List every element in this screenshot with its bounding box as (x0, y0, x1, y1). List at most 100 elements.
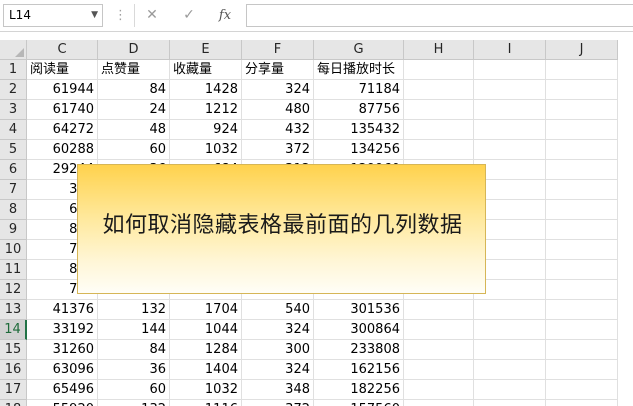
data-cell[interactable]: 60 (98, 140, 170, 160)
data-cell[interactable] (474, 380, 546, 400)
data-cell[interactable]: 60288 (27, 140, 98, 160)
data-cell[interactable] (546, 160, 618, 180)
data-cell[interactable] (404, 360, 474, 380)
column-header-e[interactable]: E (170, 40, 242, 60)
data-cell[interactable]: 84 (98, 340, 170, 360)
data-cell[interactable]: 432 (242, 120, 314, 140)
header-cell[interactable]: 阅读量 (27, 60, 98, 80)
data-cell[interactable]: 134256 (314, 140, 404, 160)
header-cell[interactable]: 点赞量 (98, 60, 170, 80)
data-cell[interactable]: 64272 (27, 120, 98, 140)
data-cell[interactable] (546, 100, 618, 120)
data-cell[interactable] (474, 320, 546, 340)
data-cell[interactable] (474, 120, 546, 140)
data-cell[interactable]: 1116 (170, 400, 242, 406)
data-cell[interactable] (546, 280, 618, 300)
data-cell[interactable] (474, 80, 546, 100)
formula-input[interactable] (246, 4, 633, 27)
data-cell[interactable]: 60 (98, 380, 170, 400)
row-header-10[interactable]: 10 (0, 240, 27, 260)
data-cell[interactable]: 324 (242, 360, 314, 380)
data-cell[interactable]: 301536 (314, 300, 404, 320)
column-header-i[interactable]: I (474, 40, 546, 60)
data-cell[interactable]: 924 (170, 120, 242, 140)
data-cell[interactable] (404, 300, 474, 320)
data-cell[interactable]: 84 (98, 80, 170, 100)
data-cell[interactable] (474, 300, 546, 320)
data-cell[interactable]: 1212 (170, 100, 242, 120)
data-cell[interactable]: 1032 (170, 140, 242, 160)
data-cell[interactable]: 1404 (170, 360, 242, 380)
row-header-14[interactable]: 14 (0, 320, 27, 340)
row-header-9[interactable]: 9 (0, 220, 27, 240)
row-header-11[interactable]: 11 (0, 260, 27, 280)
data-cell[interactable]: 480 (242, 100, 314, 120)
data-cell[interactable] (404, 400, 474, 406)
header-cell[interactable]: 分享量 (242, 60, 314, 80)
data-cell[interactable]: 36 (98, 360, 170, 380)
data-cell[interactable]: 372 (242, 140, 314, 160)
column-header-f[interactable]: F (242, 40, 314, 60)
row-header-2[interactable]: 2 (0, 80, 27, 100)
data-cell[interactable]: 132 (98, 400, 170, 406)
column-header-g[interactable]: G (314, 40, 404, 60)
data-cell[interactable] (404, 140, 474, 160)
data-cell[interactable] (474, 360, 546, 380)
row-header-1[interactable]: 1 (0, 60, 27, 80)
row-header-15[interactable]: 15 (0, 340, 27, 360)
column-header-d[interactable]: D (98, 40, 170, 60)
data-cell[interactable]: 300864 (314, 320, 404, 340)
data-cell[interactable]: 233808 (314, 340, 404, 360)
data-cell[interactable] (546, 140, 618, 160)
row-header-6[interactable]: 6 (0, 160, 27, 180)
data-cell[interactable] (546, 240, 618, 260)
data-cell[interactable] (474, 400, 546, 406)
data-cell[interactable]: 144 (98, 320, 170, 340)
enter-icon[interactable]: ✓ (177, 5, 201, 26)
data-cell[interactable] (546, 320, 618, 340)
data-cell[interactable]: 33192 (27, 320, 98, 340)
data-cell[interactable] (546, 120, 618, 140)
data-cell[interactable] (404, 80, 474, 100)
data-cell[interactable]: 540 (242, 300, 314, 320)
row-header-18[interactable]: 18 (0, 400, 27, 406)
row-header-3[interactable]: 3 (0, 100, 27, 120)
data-cell[interactable] (546, 80, 618, 100)
data-cell[interactable] (546, 300, 618, 320)
data-cell[interactable]: 31260 (27, 340, 98, 360)
data-cell[interactable] (474, 340, 546, 360)
data-cell[interactable]: 87756 (314, 100, 404, 120)
data-cell[interactable] (546, 180, 618, 200)
row-header-13[interactable]: 13 (0, 300, 27, 320)
data-cell[interactable] (546, 260, 618, 280)
select-all-button[interactable] (0, 40, 27, 60)
data-cell[interactable]: 24 (98, 100, 170, 120)
data-cell[interactable]: 324 (242, 80, 314, 100)
data-cell[interactable] (404, 340, 474, 360)
column-header-h[interactable]: H (404, 40, 474, 60)
header-cell[interactable]: 收藏量 (170, 60, 242, 80)
row-header-8[interactable]: 8 (0, 200, 27, 220)
data-cell[interactable]: 300 (242, 340, 314, 360)
data-cell[interactable]: 372 (242, 400, 314, 406)
row-header-12[interactable]: 12 (0, 280, 27, 300)
data-cell[interactable]: 1044 (170, 320, 242, 340)
cancel-icon[interactable]: ✕ (140, 5, 164, 26)
data-cell[interactable]: 1704 (170, 300, 242, 320)
data-cell[interactable] (404, 100, 474, 120)
data-cell[interactable] (404, 320, 474, 340)
data-cell[interactable]: 61944 (27, 80, 98, 100)
row-header-16[interactable]: 16 (0, 360, 27, 380)
row-header-7[interactable]: 7 (0, 180, 27, 200)
data-cell[interactable]: 55920 (27, 400, 98, 406)
data-cell[interactable] (546, 400, 618, 406)
data-cell[interactable] (546, 200, 618, 220)
data-cell[interactable]: 65496 (27, 380, 98, 400)
column-header-c[interactable]: C (27, 40, 98, 60)
data-cell[interactable]: 182256 (314, 380, 404, 400)
insert-function-icon[interactable]: fx (213, 5, 237, 26)
data-cell[interactable]: 135432 (314, 120, 404, 140)
data-cell[interactable]: 63096 (27, 360, 98, 380)
data-cell[interactable]: 162156 (314, 360, 404, 380)
data-cell[interactable]: 48 (98, 120, 170, 140)
